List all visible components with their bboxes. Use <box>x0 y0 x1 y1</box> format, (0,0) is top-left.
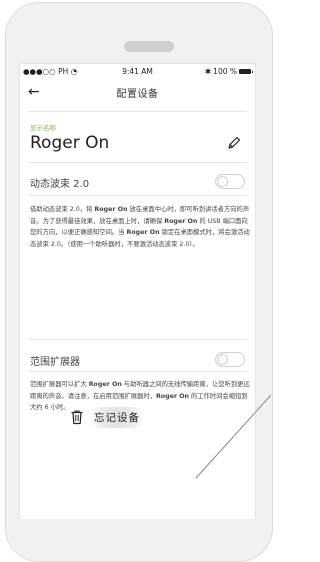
divider <box>28 371 247 372</box>
pencil-icon <box>228 136 241 149</box>
trash-icon <box>71 410 83 425</box>
forget-device-label: 忘记设备 <box>90 406 144 428</box>
device-name: Roger On <box>30 133 110 153</box>
page-title: 配置设备 <box>116 89 159 100</box>
battery-percent: 100 % <box>213 67 237 76</box>
dynamic-fm-toggle[interactable] <box>215 174 245 189</box>
dynamic-fm-label: 动态波束 2.0 <box>30 179 90 190</box>
dynamic-fm-description: 借助动态波束 2.0，将 Roger On 放在桌面中心时，即可听到讲话者方向的… <box>30 206 250 248</box>
divider <box>28 339 247 340</box>
toggle-knob <box>217 176 228 187</box>
phone-bezel-bottom <box>14 519 254 539</box>
divider <box>28 162 247 163</box>
device-name-label: 显示名称 <box>30 124 56 132</box>
edit-name-button[interactable] <box>226 135 242 151</box>
range-extender-toggle[interactable] <box>215 352 245 367</box>
toggle-knob <box>217 354 228 365</box>
status-bar: ●●●○○ PH ◔ 9:41 AM ✱ 100 % <box>20 64 255 78</box>
divider <box>28 195 247 196</box>
status-right: ✱ 100 % <box>204 67 253 76</box>
app-screen: ●●●○○ PH ◔ 9:41 AM ✱ 100 % ← 配置设备 显示名称 R… <box>19 63 256 519</box>
range-extender-label: 范围扩展器 <box>30 357 80 368</box>
battery-icon <box>239 69 253 74</box>
forget-device-button[interactable]: 忘记设备 <box>70 405 144 429</box>
divider <box>28 111 247 112</box>
phone-speaker <box>124 41 174 52</box>
bluetooth-icon: ✱ <box>204 67 212 76</box>
nav-bar: ← 配置设备 <box>20 78 255 108</box>
